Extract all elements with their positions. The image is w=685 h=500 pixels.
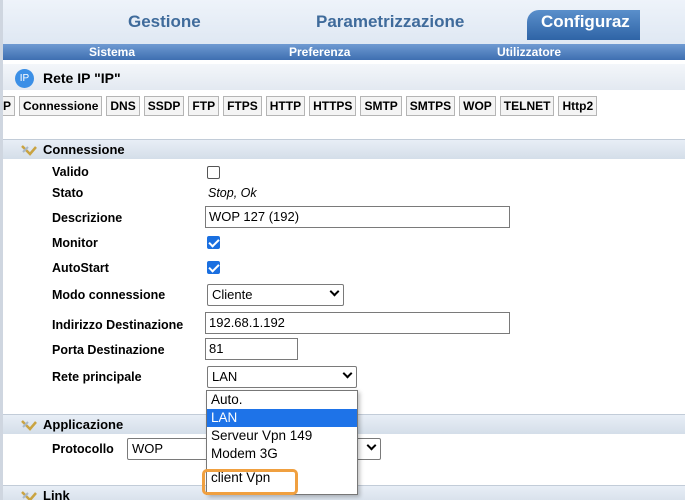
section-connessione[interactable]: Connessione xyxy=(3,139,685,159)
subtab-preferenza[interactable]: Preferenza xyxy=(289,45,350,59)
protocol-tab-bar: P Connessione DNS SSDP FTP FTPS HTTP HTT… xyxy=(3,96,685,120)
tab-configurazione[interactable]: Configuraz xyxy=(527,10,640,40)
rete-value: LAN xyxy=(212,369,238,384)
monitor-label: Monitor xyxy=(52,236,98,250)
autostart-label: AutoStart xyxy=(52,261,109,275)
tab-ftps[interactable]: FTPS xyxy=(223,96,262,116)
sub-tab-bar: Sistema Preferenza Utilizzatore xyxy=(3,44,685,60)
tab-parametrizzazione[interactable]: Parametrizzazione xyxy=(316,12,464,32)
porta-input[interactable]: 81 xyxy=(205,338,298,360)
tab-telnet[interactable]: TELNET xyxy=(499,96,555,116)
modo-label: Modo connessione xyxy=(52,288,166,302)
chevron-down-icon xyxy=(342,368,353,379)
top-tab-bar: Gestione Parametrizzazione Configuraz xyxy=(3,0,685,44)
indirizzo-label: Indirizzo Destinazione xyxy=(52,318,184,332)
tab-http[interactable]: HTTP xyxy=(265,96,306,116)
descrizione-label: Descrizione xyxy=(52,211,123,225)
subtab-utilizzatore[interactable]: Utilizzatore xyxy=(497,45,561,59)
tab-ftp[interactable]: FTP xyxy=(188,96,220,116)
tab-wop[interactable]: WOP xyxy=(459,96,496,116)
collapse-arrow-icon xyxy=(21,145,37,156)
tab-ip[interactable]: P xyxy=(3,96,16,116)
section-title: Link xyxy=(43,488,70,500)
highlight-box xyxy=(202,469,298,495)
chevron-down-icon xyxy=(329,286,340,297)
ip-icon: IP xyxy=(15,69,34,88)
porta-label: Porta Destinazione xyxy=(52,343,165,357)
tab-gestione[interactable]: Gestione xyxy=(128,12,201,32)
protocollo-label: Protocollo xyxy=(52,442,114,456)
valido-label: Valido xyxy=(52,165,89,179)
option-lan[interactable]: LAN xyxy=(207,409,357,427)
section-title: Applicazione xyxy=(43,417,124,432)
chevron-down-icon xyxy=(366,440,377,451)
tab-connessione[interactable]: Connessione xyxy=(19,96,103,116)
protocollo-value: WOP xyxy=(132,441,164,456)
rete-select[interactable]: LAN xyxy=(207,366,357,388)
stato-value: Stop, Ok xyxy=(208,186,257,200)
page-title: Rete IP "IP" xyxy=(43,70,121,86)
modo-select[interactable]: Cliente xyxy=(207,284,344,306)
tab-https[interactable]: HTTPS xyxy=(309,96,357,116)
tab-smtps[interactable]: SMTPS xyxy=(405,96,456,116)
modo-value: Cliente xyxy=(212,287,253,302)
tab-http2[interactable]: Http2 xyxy=(558,96,598,116)
descrizione-input[interactable]: WOP 127 (192) xyxy=(205,206,510,228)
tab-dns[interactable]: DNS xyxy=(106,96,140,116)
monitor-checkbox[interactable] xyxy=(207,236,220,249)
tab-smtp[interactable]: SMTP xyxy=(360,96,402,116)
section-title: Connessione xyxy=(43,142,125,157)
option-modem-3g[interactable]: Modem 3G xyxy=(207,445,357,463)
collapse-arrow-icon xyxy=(21,491,37,500)
tab-ssdp[interactable]: SSDP xyxy=(143,96,185,116)
option-serveur-vpn[interactable]: Serveur Vpn 149 xyxy=(207,427,357,445)
stato-label: Stato xyxy=(52,186,84,200)
autostart-checkbox[interactable] xyxy=(207,261,220,274)
option-auto[interactable]: Auto. xyxy=(207,391,357,409)
valido-checkbox[interactable] xyxy=(207,166,220,179)
subtab-sistema[interactable]: Sistema xyxy=(89,45,135,59)
collapse-arrow-icon xyxy=(21,420,37,431)
rete-label: Rete principale xyxy=(52,370,142,384)
indirizzo-input[interactable]: 192.68.1.192 xyxy=(205,312,510,334)
